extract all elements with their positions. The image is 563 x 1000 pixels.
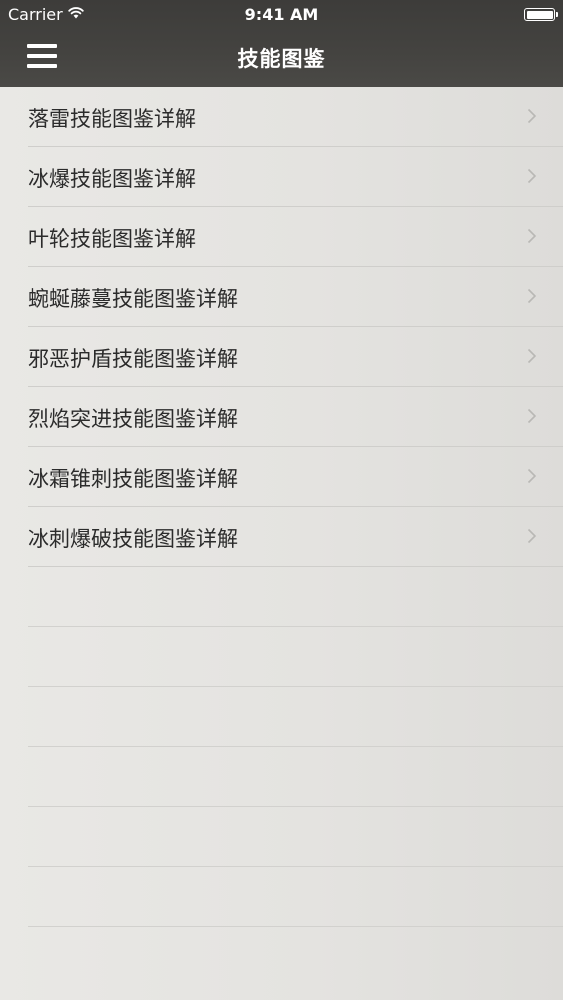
battery-icon [524, 8, 558, 21]
empty-row [28, 807, 563, 867]
battery-fill [526, 10, 553, 19]
chevron-right-icon [527, 348, 537, 364]
chevron-right-icon [527, 288, 537, 304]
chevron-right-icon [527, 408, 537, 424]
empty-row [28, 747, 563, 807]
list-item-label: 落雷技能图鉴详解 [28, 107, 196, 131]
page-title: 技能图鉴 [237, 47, 326, 71]
skill-list: 落雷技能图鉴详解 冰爆技能图鉴详解 叶轮技能图鉴详解 蜿蜒藤蔓技能图鉴详解 邪恶… [0, 87, 563, 927]
chevron-right-icon [527, 528, 537, 544]
list-item-label: 冰霜锥刺技能图鉴详解 [28, 467, 238, 491]
top-bar: Carrier 9:41 AM 技能图鉴 [0, 0, 563, 87]
list-item-label: 叶轮技能图鉴详解 [28, 227, 196, 251]
list-item-label: 冰爆技能图鉴详解 [28, 167, 196, 191]
status-time: 9:41 AM [244, 5, 319, 24]
chevron-right-icon [527, 468, 537, 484]
list-item[interactable]: 冰刺爆破技能图鉴详解 [28, 507, 563, 567]
empty-row [28, 867, 563, 927]
chevron-right-icon [527, 228, 537, 244]
list-item-label: 烈焰突进技能图鉴详解 [28, 407, 238, 431]
list-item-label: 邪恶护盾技能图鉴详解 [28, 347, 238, 371]
empty-row [28, 687, 563, 747]
list-item[interactable]: 叶轮技能图鉴详解 [28, 207, 563, 267]
list-item[interactable]: 邪恶护盾技能图鉴详解 [28, 327, 563, 387]
list-item[interactable]: 烈焰突进技能图鉴详解 [28, 387, 563, 447]
chevron-right-icon [527, 168, 537, 184]
list-item[interactable]: 冰爆技能图鉴详解 [28, 147, 563, 207]
list-item-label: 蜿蜒藤蔓技能图鉴详解 [28, 287, 238, 311]
empty-row [28, 567, 563, 627]
list-item[interactable]: 落雷技能图鉴详解 [28, 87, 563, 147]
list-item[interactable]: 冰霜锥刺技能图鉴详解 [28, 447, 563, 507]
list-item[interactable]: 蜿蜒藤蔓技能图鉴详解 [28, 267, 563, 327]
navigation-bar: 技能图鉴 [0, 30, 563, 87]
list-item-label: 冰刺爆破技能图鉴详解 [28, 527, 238, 551]
chevron-right-icon [527, 108, 537, 124]
status-bar: Carrier 9:41 AM [0, 0, 563, 30]
empty-row [28, 627, 563, 687]
